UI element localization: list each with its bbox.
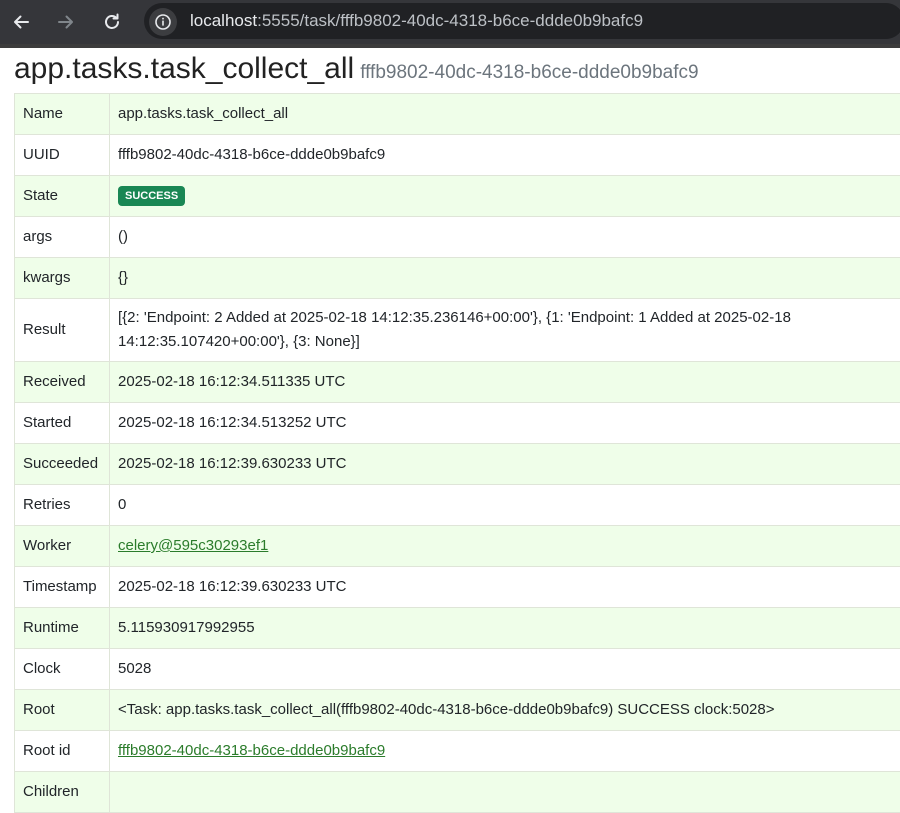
forward-arrow-icon[interactable]	[52, 8, 80, 36]
row-key-retries: Retries	[15, 485, 110, 526]
row-key-timestamp: Timestamp	[15, 567, 110, 608]
task-details-table: Name app.tasks.task_collect_all UUID fff…	[14, 93, 900, 813]
table-row: Started 2025-02-18 16:12:34.513252 UTC	[15, 403, 900, 444]
task-uuid-subheading: fffb9802-40dc-4318-b6ce-ddde0b9bafc9	[360, 62, 698, 83]
row-key-root-id: Root id	[15, 731, 110, 772]
row-value-clock: 5028	[110, 649, 900, 690]
worker-link[interactable]: celery@595c30293ef1	[118, 537, 268, 554]
row-key-kwargs: kwargs	[15, 258, 110, 299]
row-key-state: State	[15, 176, 110, 217]
url-path: :5555/task/fffb9802-40dc-4318-b6ce-ddde0…	[257, 11, 643, 30]
page-title: app.tasks.task_collect_all fffb9802-40dc-…	[14, 52, 699, 86]
row-key-clock: Clock	[15, 649, 110, 690]
browser-toolbar: localhost:5555/task/fffb9802-40dc-4318-b…	[0, 0, 900, 48]
row-key-name: Name	[15, 94, 110, 135]
table-row: Name app.tasks.task_collect_all	[15, 94, 900, 135]
table-row: Retries 0	[15, 485, 900, 526]
row-key-children: Children	[15, 772, 110, 813]
root-id-link[interactable]: fffb9802-40dc-4318-b6ce-ddde0b9bafc9	[118, 742, 385, 759]
row-key-runtime: Runtime	[15, 608, 110, 649]
table-row: Children	[15, 772, 900, 813]
table-row: Timestamp 2025-02-18 16:12:39.630233 UTC	[15, 567, 900, 608]
table-row: Result [{2: 'Endpoint: 2 Added at 2025-0…	[15, 299, 900, 362]
table-row: args ()	[15, 217, 900, 258]
row-value-name: app.tasks.task_collect_all	[110, 94, 900, 135]
row-value-started: 2025-02-18 16:12:34.513252 UTC	[110, 403, 900, 444]
row-value-runtime: 5.115930917992955	[110, 608, 900, 649]
row-value-args: ()	[110, 217, 900, 258]
row-value-succeeded: 2025-02-18 16:12:39.630233 UTC	[110, 444, 900, 485]
task-name-heading: app.tasks.task_collect_all	[14, 52, 354, 85]
row-value-root-id: fffb9802-40dc-4318-b6ce-ddde0b9bafc9	[110, 731, 900, 772]
row-value-timestamp: 2025-02-18 16:12:39.630233 UTC	[110, 567, 900, 608]
row-key-succeeded: Succeeded	[15, 444, 110, 485]
back-arrow-icon[interactable]	[7, 8, 35, 36]
table-row: Succeeded 2025-02-18 16:12:39.630233 UTC	[15, 444, 900, 485]
url-host: localhost	[190, 11, 257, 30]
row-value-retries: 0	[110, 485, 900, 526]
row-value-received: 2025-02-18 16:12:34.511335 UTC	[110, 362, 900, 403]
row-key-received: Received	[15, 362, 110, 403]
table-row: Worker celery@595c30293ef1	[15, 526, 900, 567]
table-row: Received 2025-02-18 16:12:34.511335 UTC	[15, 362, 900, 403]
row-key-started: Started	[15, 403, 110, 444]
row-value-children	[110, 772, 900, 813]
row-value-uuid: fffb9802-40dc-4318-b6ce-ddde0b9bafc9	[110, 135, 900, 176]
row-value-root: <Task: app.tasks.task_collect_all(fffb98…	[110, 690, 900, 731]
row-key-uuid: UUID	[15, 135, 110, 176]
table-row: State SUCCESS	[15, 176, 900, 217]
row-value-result: [{2: 'Endpoint: 2 Added at 2025-02-18 14…	[110, 299, 900, 362]
row-value-kwargs: {}	[110, 258, 900, 299]
url-text[interactable]: localhost:5555/task/fffb9802-40dc-4318-b…	[190, 11, 643, 31]
table-row: Root id fffb9802-40dc-4318-b6ce-ddde0b9b…	[15, 731, 900, 772]
table-row: UUID fffb9802-40dc-4318-b6ce-ddde0b9bafc…	[15, 135, 900, 176]
row-key-root: Root	[15, 690, 110, 731]
status-badge: SUCCESS	[118, 186, 185, 206]
table-row: Runtime 5.115930917992955	[15, 608, 900, 649]
table-row: Clock 5028	[15, 649, 900, 690]
row-key-result: Result	[15, 299, 110, 362]
site-info-icon[interactable]	[149, 8, 177, 36]
table-row: kwargs {}	[15, 258, 900, 299]
row-value-worker: celery@595c30293ef1	[110, 526, 900, 567]
row-value-state: SUCCESS	[110, 176, 900, 217]
reload-icon[interactable]	[98, 8, 126, 36]
row-key-args: args	[15, 217, 110, 258]
table-row: Root <Task: app.tasks.task_collect_all(f…	[15, 690, 900, 731]
row-key-worker: Worker	[15, 526, 110, 567]
